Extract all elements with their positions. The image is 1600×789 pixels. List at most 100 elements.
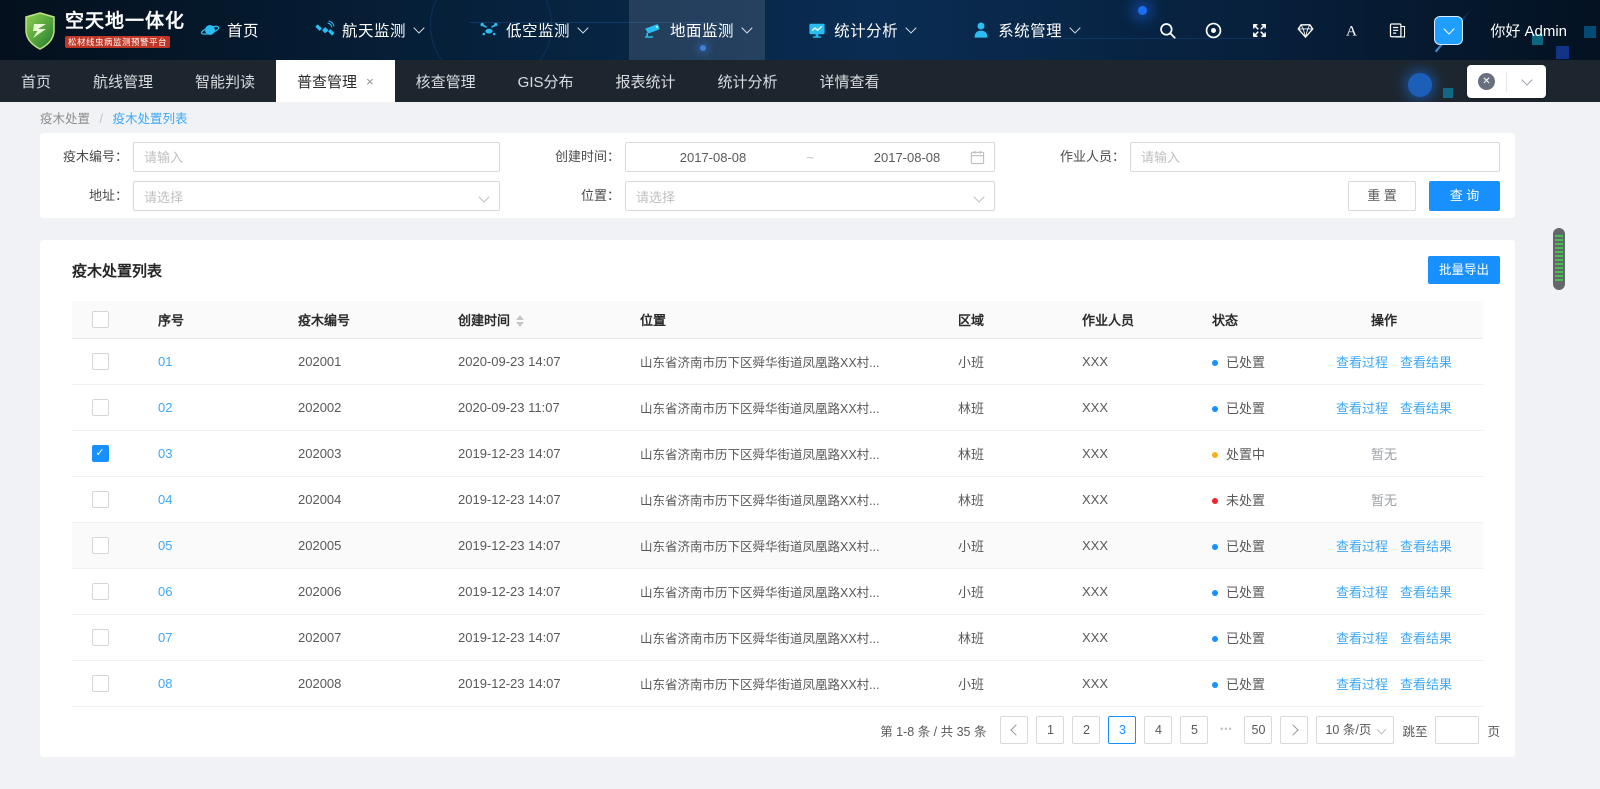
row-action-link[interactable]: 查看结果 (1400, 585, 1452, 600)
cell-created: 2019-12-23 14:07 (428, 538, 610, 553)
row-action-link[interactable]: 查看结果 (1400, 401, 1452, 416)
row-checkbox[interactable] (92, 353, 109, 370)
menu-item-home[interactable]: 首页 (186, 0, 273, 60)
worker-input[interactable] (1130, 142, 1500, 172)
page-number-button[interactable]: 3 (1108, 716, 1136, 744)
menu-item-ground-monitor[interactable]: 地面监测 (629, 0, 765, 60)
created-time-range-picker[interactable]: 2017-08-08 ~ 2017-08-08 (625, 142, 995, 172)
page-number-button[interactable]: 1 (1036, 716, 1064, 744)
satellite-icon (315, 20, 335, 40)
prev-page-button[interactable] (1000, 716, 1028, 744)
row-seq-link[interactable]: 07 (158, 630, 172, 645)
row-action-link[interactable]: 查看过程 (1336, 631, 1388, 646)
cell-status: 已处置 (1182, 628, 1330, 647)
svg-text:A: A (1346, 22, 1357, 39)
jump-prefix-label: 跳至 (1402, 721, 1427, 740)
record-icon[interactable] (1204, 21, 1223, 40)
position-select[interactable]: 请选择 (625, 181, 995, 211)
theme-dropdown-button[interactable] (1434, 16, 1463, 45)
search-icon[interactable] (1158, 21, 1177, 40)
calendar-icon[interactable] (970, 150, 985, 165)
row-seq-link[interactable]: 03 (158, 446, 172, 461)
tab-item-0[interactable]: 首页 (0, 60, 72, 102)
row-action-link[interactable]: 查看结果 (1400, 631, 1452, 646)
next-page-button[interactable] (1280, 716, 1308, 744)
jump-page-input[interactable] (1435, 716, 1479, 744)
search-button[interactable]: 查 询 (1429, 181, 1500, 211)
breadcrumb-separator: / (100, 112, 103, 126)
col-header-worker: 作业人员 (1052, 310, 1182, 329)
user-greeting[interactable]: 你好 Admin (1490, 20, 1567, 41)
tab-item-4[interactable]: 核查管理 (395, 60, 497, 102)
tree-code-input[interactable] (133, 142, 500, 172)
menu-item-low-altitude-monitor[interactable]: 低空监测 (465, 0, 601, 60)
page-number-button[interactable]: 4 (1144, 716, 1172, 744)
row-checkbox[interactable] (92, 675, 109, 692)
scrollbar-thumb[interactable] (1553, 228, 1565, 290)
gem-icon[interactable] (1296, 21, 1315, 40)
menu-item-statistic-analysis[interactable]: 统计分析 (793, 0, 929, 60)
row-seq-link[interactable]: 04 (158, 492, 172, 507)
tab-item-1[interactable]: 航线管理 (72, 60, 174, 102)
row-action-link[interactable]: 查看结果 (1400, 539, 1452, 554)
row-action-link[interactable]: 查看过程 (1336, 585, 1388, 600)
sort-icon[interactable] (516, 315, 524, 327)
col-header-created[interactable]: 创建时间 (428, 310, 610, 329)
cell-worker: XXX (1052, 676, 1182, 691)
row-action-link[interactable]: 查看过程 (1336, 539, 1388, 554)
tab-item-5[interactable]: GIS分布 (497, 60, 595, 102)
row-action-link[interactable]: 查看结果 (1400, 355, 1452, 370)
row-seq-link[interactable]: 01 (158, 354, 172, 369)
row-seq-link[interactable]: 05 (158, 538, 172, 553)
status-dot (1212, 498, 1218, 504)
reset-button[interactable]: 重 置 (1348, 181, 1416, 211)
row-action-link[interactable]: 查看过程 (1336, 677, 1388, 692)
created-time-label: 创建时间： (540, 142, 620, 172)
menu-item-system-manage[interactable]: 系统管理 (957, 0, 1093, 60)
address-select[interactable]: 请选择 (133, 181, 500, 211)
row-checkbox[interactable]: ✓ (92, 445, 109, 462)
breadcrumb-parent[interactable]: 疫木处置 (40, 112, 90, 126)
close-all-tabs-button[interactable]: ✕ (1467, 65, 1506, 98)
row-action-link[interactable]: 查看结果 (1400, 677, 1452, 692)
batch-export-button[interactable]: 批量导出 (1428, 256, 1500, 284)
row-checkbox[interactable] (92, 629, 109, 646)
font-icon[interactable]: A (1342, 21, 1361, 40)
row-action-link[interactable]: 查看过程 (1336, 355, 1388, 370)
cell-area: 小班 (928, 674, 1052, 693)
select-all-checkbox[interactable] (92, 311, 109, 328)
cell-status: 未处置 (1182, 490, 1330, 509)
date-end-value[interactable]: 2017-08-08 (820, 150, 994, 165)
row-checkbox[interactable] (92, 491, 109, 508)
tab-item-2[interactable]: 智能判读 (174, 60, 276, 102)
page-number-button[interactable]: 50 (1244, 716, 1272, 744)
tab-item-7[interactable]: 统计分析 (697, 60, 799, 102)
date-start-value[interactable]: 2017-08-08 (626, 150, 800, 165)
row-checkbox[interactable] (92, 583, 109, 600)
breadcrumb-current[interactable]: 疫木处置列表 (112, 112, 187, 126)
tab-close-icon[interactable]: × (366, 75, 374, 88)
dictionary-icon[interactable] (1388, 21, 1407, 40)
camera-icon (643, 20, 663, 40)
row-checkbox[interactable] (92, 399, 109, 416)
tab-item-8[interactable]: 详情查看 (799, 60, 901, 102)
tab-item-3[interactable]: 普查管理× (276, 60, 395, 102)
tab-list-dropdown-button[interactable] (1507, 65, 1546, 98)
fullscreen-icon[interactable] (1250, 21, 1269, 40)
page-number-button[interactable]: 5 (1180, 716, 1208, 744)
row-seq-link[interactable]: 06 (158, 584, 172, 599)
row-action-link[interactable]: 查看过程 (1336, 401, 1388, 416)
list-panel: 疫木处置列表 批量导出 序号 疫木编号 创建时间 位置 区域 作业人员 状态 操… (40, 240, 1515, 757)
menu-item-aerospace-monitor[interactable]: 航天监测 (301, 0, 437, 60)
page-size-select[interactable]: 10 条/页 (1316, 716, 1394, 744)
row-checkbox[interactable] (92, 537, 109, 554)
tab-strip: 首页航线管理智能判读普查管理×核查管理GIS分布报表统计统计分析详情查看 (0, 60, 901, 102)
row-seq-link[interactable]: 08 (158, 676, 172, 691)
page-number-list: 12345 ••• 50 (1036, 716, 1272, 744)
table-row: 042020042019-12-23 14:07山东省济南市历下区舜华街道凤凰路… (72, 477, 1483, 523)
row-seq-link[interactable]: 02 (158, 400, 172, 415)
planet-icon (200, 20, 220, 40)
tab-item-6[interactable]: 报表统计 (595, 60, 697, 102)
page-ellipsis[interactable]: ••• (1216, 716, 1236, 744)
page-number-button[interactable]: 2 (1072, 716, 1100, 744)
